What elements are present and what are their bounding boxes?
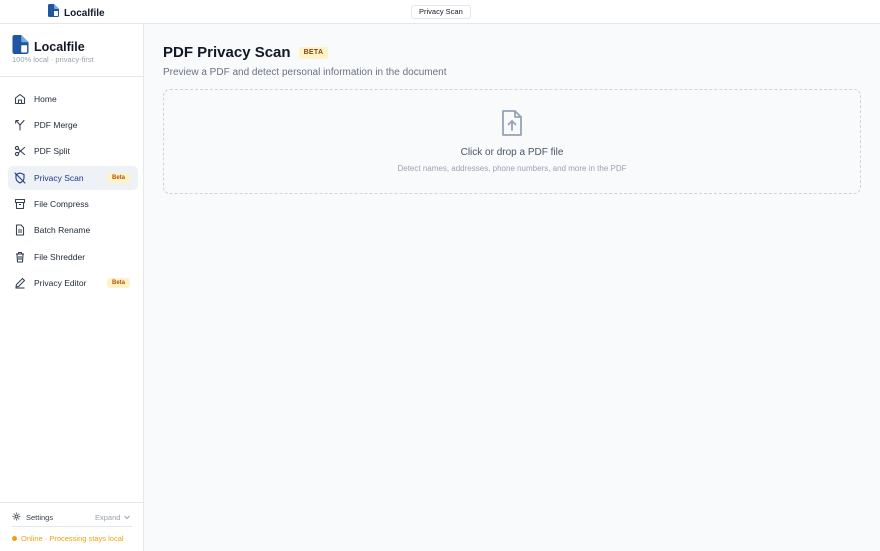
localfile-logo-icon (48, 4, 59, 22)
trash-icon (14, 251, 26, 263)
sidebar-item-label: File Shredder (34, 252, 86, 262)
home-icon (14, 93, 26, 105)
sidebar-divider (0, 76, 143, 77)
sidebar-item-privacy-editor[interactable]: Privacy Editor Beta (8, 271, 138, 295)
topbar-brand[interactable]: Localfile (48, 4, 105, 22)
sidebar-bottom-divider (0, 502, 143, 503)
sidebar-item-file-compress[interactable]: File Compress (8, 192, 138, 216)
pen-icon (14, 277, 26, 289)
main-content: PDF Privacy Scan BETA Preview a PDF and … (144, 24, 880, 551)
status-indicator: Online · Processing stays local (12, 534, 124, 543)
beta-badge: Beta (106, 173, 130, 183)
sidebar-item-label: File Compress (34, 199, 89, 209)
status-text: Online · Processing stays local (21, 534, 124, 543)
merge-icon (14, 119, 26, 131)
sidebar-app-name: Localfile (34, 40, 85, 54)
status-dot (12, 536, 17, 541)
gear-icon (12, 508, 21, 526)
scissors-icon (14, 145, 26, 157)
status-divider (12, 526, 132, 527)
pdf-dropzone[interactable]: Click or drop a PDF file Detect names, a… (163, 89, 861, 194)
sidebar-item-file-shredder[interactable]: File Shredder (8, 245, 138, 269)
page-subtitle: Preview a PDF and detect personal inform… (163, 67, 447, 78)
sidebar: Localfile 100% local · privacy-first Hom… (0, 24, 144, 551)
settings-label: Settings (26, 512, 54, 522)
sidebar-item-home[interactable]: Home (8, 87, 138, 111)
sidebar-item-batch-rename[interactable]: Batch Rename (8, 218, 138, 242)
settings-button[interactable]: Settings (12, 508, 53, 526)
sidebar-item-pdf-merge[interactable]: PDF Merge (8, 113, 138, 137)
dropzone-primary-text: Click or drop a PDF file (460, 147, 564, 158)
sidebar-item-pdf-split[interactable]: PDF Split (8, 139, 138, 163)
expand-button[interactable]: Expand (95, 508, 131, 526)
page-title: PDF Privacy Scan (163, 44, 291, 61)
dropzone-hint-text: Detect names, addresses, phone numbers, … (397, 164, 627, 173)
sidebar-item-label: Home (34, 94, 57, 104)
file-text-icon (14, 224, 26, 236)
beta-badge: Beta (106, 278, 130, 288)
sidebar-item-label: PDF Merge (34, 120, 78, 130)
sidebar-item-privacy-scan[interactable]: Privacy Scan Beta (8, 166, 138, 190)
sidebar-item-label: Privacy Scan (34, 173, 84, 183)
expand-label: Expand (95, 512, 121, 522)
sidebar-tagline: 100% local · privacy-first (12, 55, 94, 64)
page-header: PDF Privacy Scan BETA (163, 44, 329, 61)
tab-privacy-scan[interactable]: Privacy Scan (411, 5, 471, 19)
chevron-down-icon (123, 508, 131, 526)
sidebar-item-label: Privacy Editor (34, 278, 87, 288)
title-beta-badge: BETA (298, 46, 329, 59)
archive-icon (14, 198, 26, 210)
shield-off-icon (14, 172, 26, 184)
sidebar-item-label: PDF Split (34, 146, 70, 156)
topbar-app-name: Localfile (64, 7, 105, 19)
file-upload-icon (500, 109, 524, 137)
sidebar-item-label: Batch Rename (34, 225, 91, 235)
top-bar: Localfile Privacy Scan (0, 0, 880, 24)
